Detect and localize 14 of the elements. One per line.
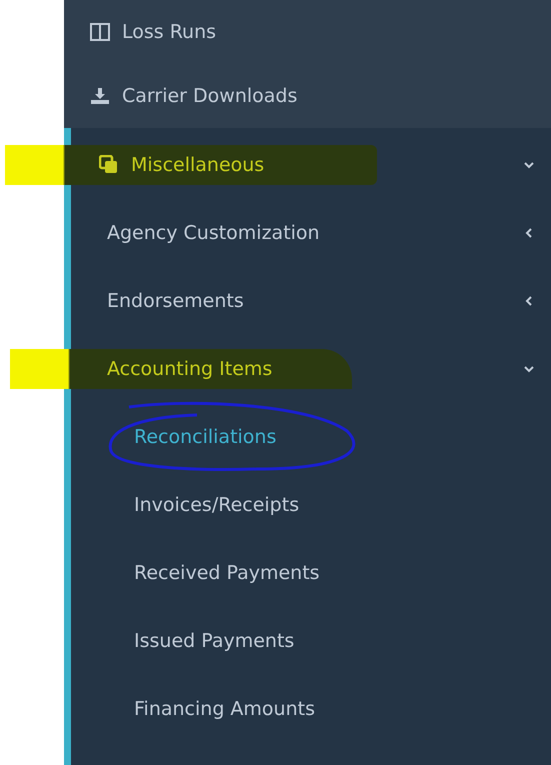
columns-icon — [90, 23, 110, 41]
copy-icon — [99, 155, 119, 175]
menu-item[interactable]: Carrier Downloads — [122, 82, 298, 110]
download-icon — [90, 87, 110, 105]
submenu-item[interactable]: Endorsements — [107, 286, 244, 316]
submenu-item[interactable]: Issued Payments — [134, 626, 294, 656]
submenu-item[interactable]: Received Payments — [134, 558, 320, 588]
submenu-item[interactable]: Invoices/Receipts — [134, 490, 300, 520]
submenu-item[interactable]: Reconciliations — [134, 422, 276, 452]
menu-item[interactable]: Loss Runs — [122, 18, 216, 46]
submenu-item[interactable]: Accounting Items — [107, 354, 272, 384]
submenu-item[interactable]: Agency Customization — [107, 218, 320, 248]
submenu-item[interactable]: Financing Amounts — [134, 694, 315, 724]
menu-item[interactable]: Miscellaneous — [131, 150, 264, 180]
